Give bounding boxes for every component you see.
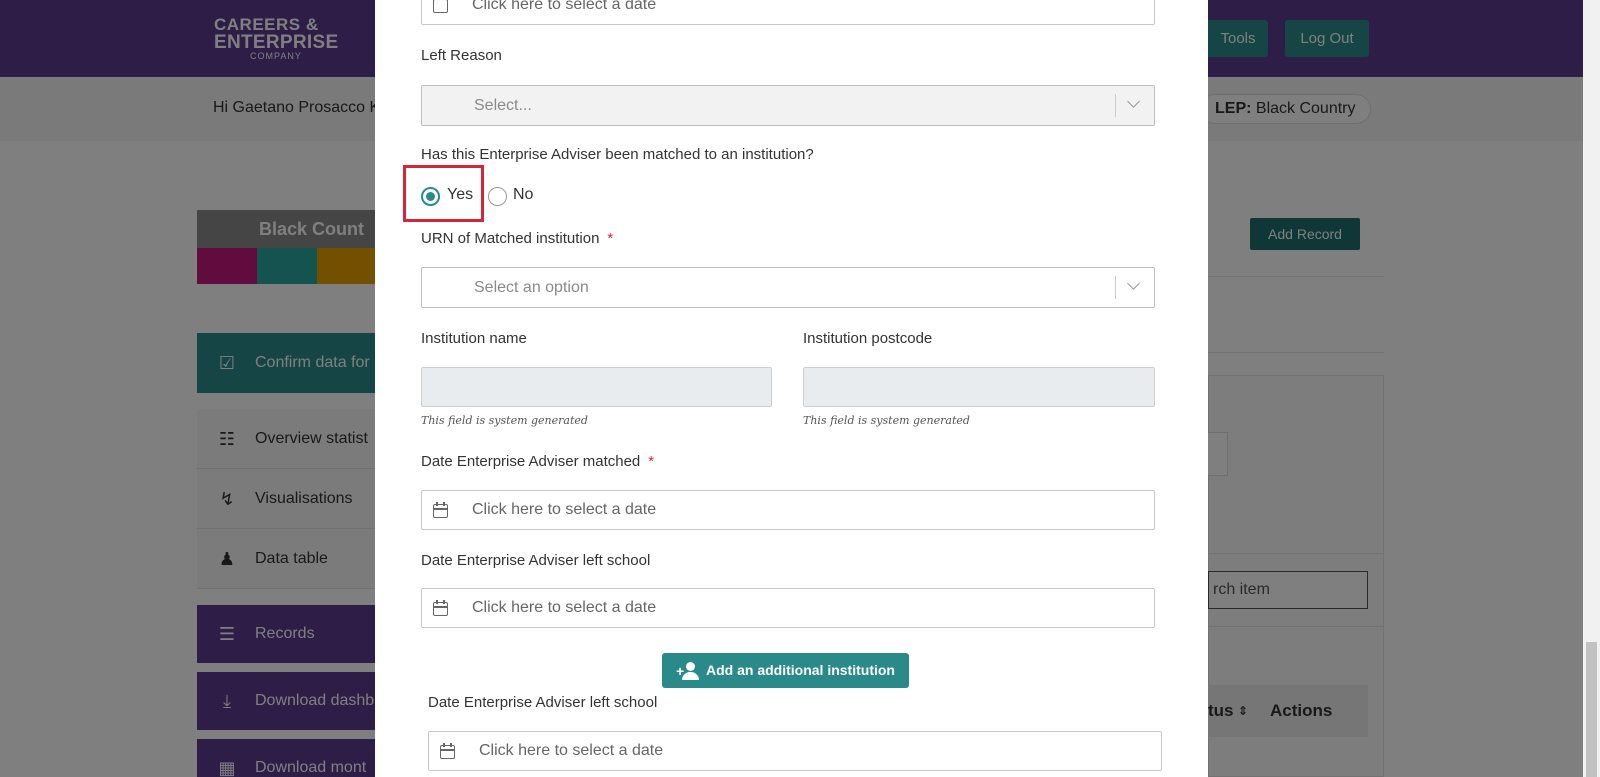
add-person-icon: + — [676, 662, 702, 680]
calendar-icon — [439, 742, 457, 760]
calendar-icon — [432, 501, 450, 519]
scrollbar-thumb[interactable] — [1586, 642, 1597, 777]
date-placeholder: Click here to select a date — [479, 742, 664, 759]
date-matched-input[interactable]: Click here to select a date — [421, 490, 1155, 530]
required-asterisk: * — [607, 230, 614, 247]
urn-label-text: URN of Matched institution — [421, 230, 600, 247]
radio-no[interactable] — [488, 187, 507, 206]
radio-yes-label[interactable]: Yes — [447, 186, 473, 204]
select-divider — [1115, 94, 1116, 117]
date-picker-input[interactable]: Click here to select a date — [421, 0, 1155, 25]
edit-record-modal: Click here to select a date Left Reason … — [375, 0, 1208, 777]
date-placeholder: Click here to select a date — [472, 599, 657, 616]
system-generated-hint: This field is system generated — [421, 414, 588, 427]
institution-name-label: Institution name — [421, 330, 527, 347]
radio-no-label[interactable]: No — [513, 186, 533, 204]
system-generated-hint: This field is system generated — [803, 414, 970, 427]
date-left-input-2[interactable]: Click here to select a date — [428, 731, 1162, 771]
add-institution-button[interactable]: + Add an additional institution — [662, 653, 909, 688]
institution-postcode-field — [803, 367, 1155, 407]
select-placeholder: Select... — [474, 97, 532, 114]
calendar-icon — [432, 599, 450, 617]
radio-yes[interactable] — [421, 187, 440, 206]
date-matched-label: Date Enterprise Adviser matched * — [421, 453, 654, 470]
required-asterisk: * — [648, 453, 655, 470]
urn-label: URN of Matched institution * — [421, 230, 613, 247]
left-reason-select[interactable]: Select... — [421, 85, 1155, 126]
date-left-label: Date Enterprise Adviser left school — [421, 552, 651, 569]
matched-question-label: Has this Enterprise Adviser been matched… — [421, 146, 814, 163]
date-left-input[interactable]: Click here to select a date — [421, 588, 1155, 628]
urn-select[interactable]: Select an option — [421, 267, 1155, 308]
date-placeholder: Click here to select a date — [472, 501, 657, 518]
institution-postcode-label: Institution postcode — [803, 330, 933, 347]
select-divider — [1115, 276, 1116, 299]
chevron-down-icon — [1126, 96, 1142, 112]
select-placeholder: Select an option — [474, 279, 589, 296]
date-placeholder: Click here to select a date — [472, 0, 657, 13]
institution-name-field — [421, 367, 772, 407]
date-left-label-2: Date Enterprise Adviser left school — [428, 694, 658, 711]
calendar-icon — [432, 0, 450, 14]
date-matched-label-text: Date Enterprise Adviser matched — [421, 453, 641, 470]
add-institution-label: Add an additional institution — [706, 662, 895, 678]
left-reason-label: Left Reason — [421, 47, 502, 64]
chevron-down-icon — [1126, 278, 1142, 294]
